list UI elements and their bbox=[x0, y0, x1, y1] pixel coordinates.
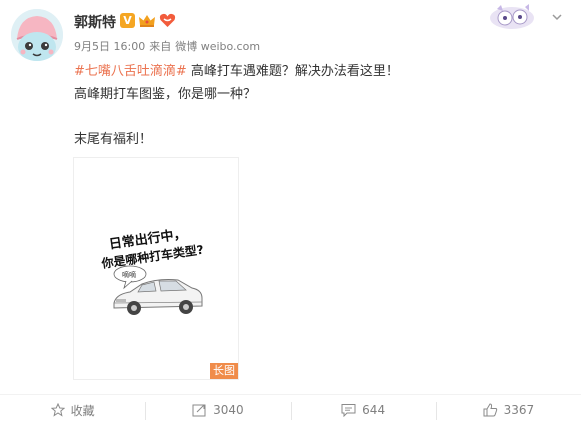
verified-badge-icon[interactable]: V bbox=[120, 13, 135, 28]
card-sticker-icon bbox=[490, 4, 534, 29]
like-button[interactable]: 3367 bbox=[435, 395, 581, 425]
thumbs-up-icon bbox=[483, 403, 497, 417]
repost-count: 3040 bbox=[213, 403, 244, 417]
from-label: 来自 bbox=[149, 40, 172, 53]
post-text-line-1-rest: 高峰打车遇难题？解决办法看这里！ bbox=[186, 64, 399, 79]
image-bubble-text: 嘀嘀 bbox=[122, 270, 136, 279]
post-meta: 9月5日 16:00 来自 微博 weibo.com bbox=[74, 38, 264, 54]
favorite-label: 收藏 bbox=[70, 403, 95, 418]
star-icon bbox=[50, 403, 65, 417]
post-date[interactable]: 9月5日 16:00 bbox=[74, 40, 145, 53]
action-bar: 收藏 3040 644 3367 bbox=[0, 394, 581, 425]
user-badges: V bbox=[120, 13, 176, 28]
post-text-line-1: #七嘴八舌吐滴滴# 高峰打车遇难题？解决办法看这里！ bbox=[74, 63, 399, 81]
comment-icon bbox=[341, 404, 356, 417]
favorite-button[interactable]: 收藏 bbox=[0, 395, 145, 425]
heart-badge-icon[interactable] bbox=[159, 13, 176, 28]
repost-button[interactable]: 3040 bbox=[145, 395, 290, 425]
author-name[interactable]: 郭斯特 bbox=[74, 12, 116, 32]
comment-count: 644 bbox=[362, 403, 386, 417]
avatar[interactable] bbox=[11, 9, 63, 61]
post-text-line-3: 末尾有福利！ bbox=[74, 132, 153, 147]
comment-button[interactable]: 644 bbox=[290, 395, 436, 425]
post-text-line-2: 高峰期打车图鉴，你是哪一种？ bbox=[74, 87, 257, 102]
repost-icon bbox=[192, 404, 206, 417]
topic-link[interactable]: #七嘴八舌吐滴滴# bbox=[74, 64, 187, 79]
crown-icon[interactable] bbox=[138, 13, 156, 28]
chevron-down-icon[interactable] bbox=[550, 10, 564, 24]
long-image-badge: 长图 bbox=[210, 363, 238, 379]
like-count: 3367 bbox=[503, 403, 535, 417]
weibo-post-card: 郭斯特 V 9月5日 16:00 来自 微博 weibo.com #七嘴八舌吐滴滴#… bbox=[0, 0, 581, 425]
post-source[interactable]: 微博 weibo.com bbox=[175, 40, 260, 53]
post-image[interactable]: 日常出行中， 你是哪种打车类型? 嘀嘀 长图 bbox=[73, 157, 239, 380]
